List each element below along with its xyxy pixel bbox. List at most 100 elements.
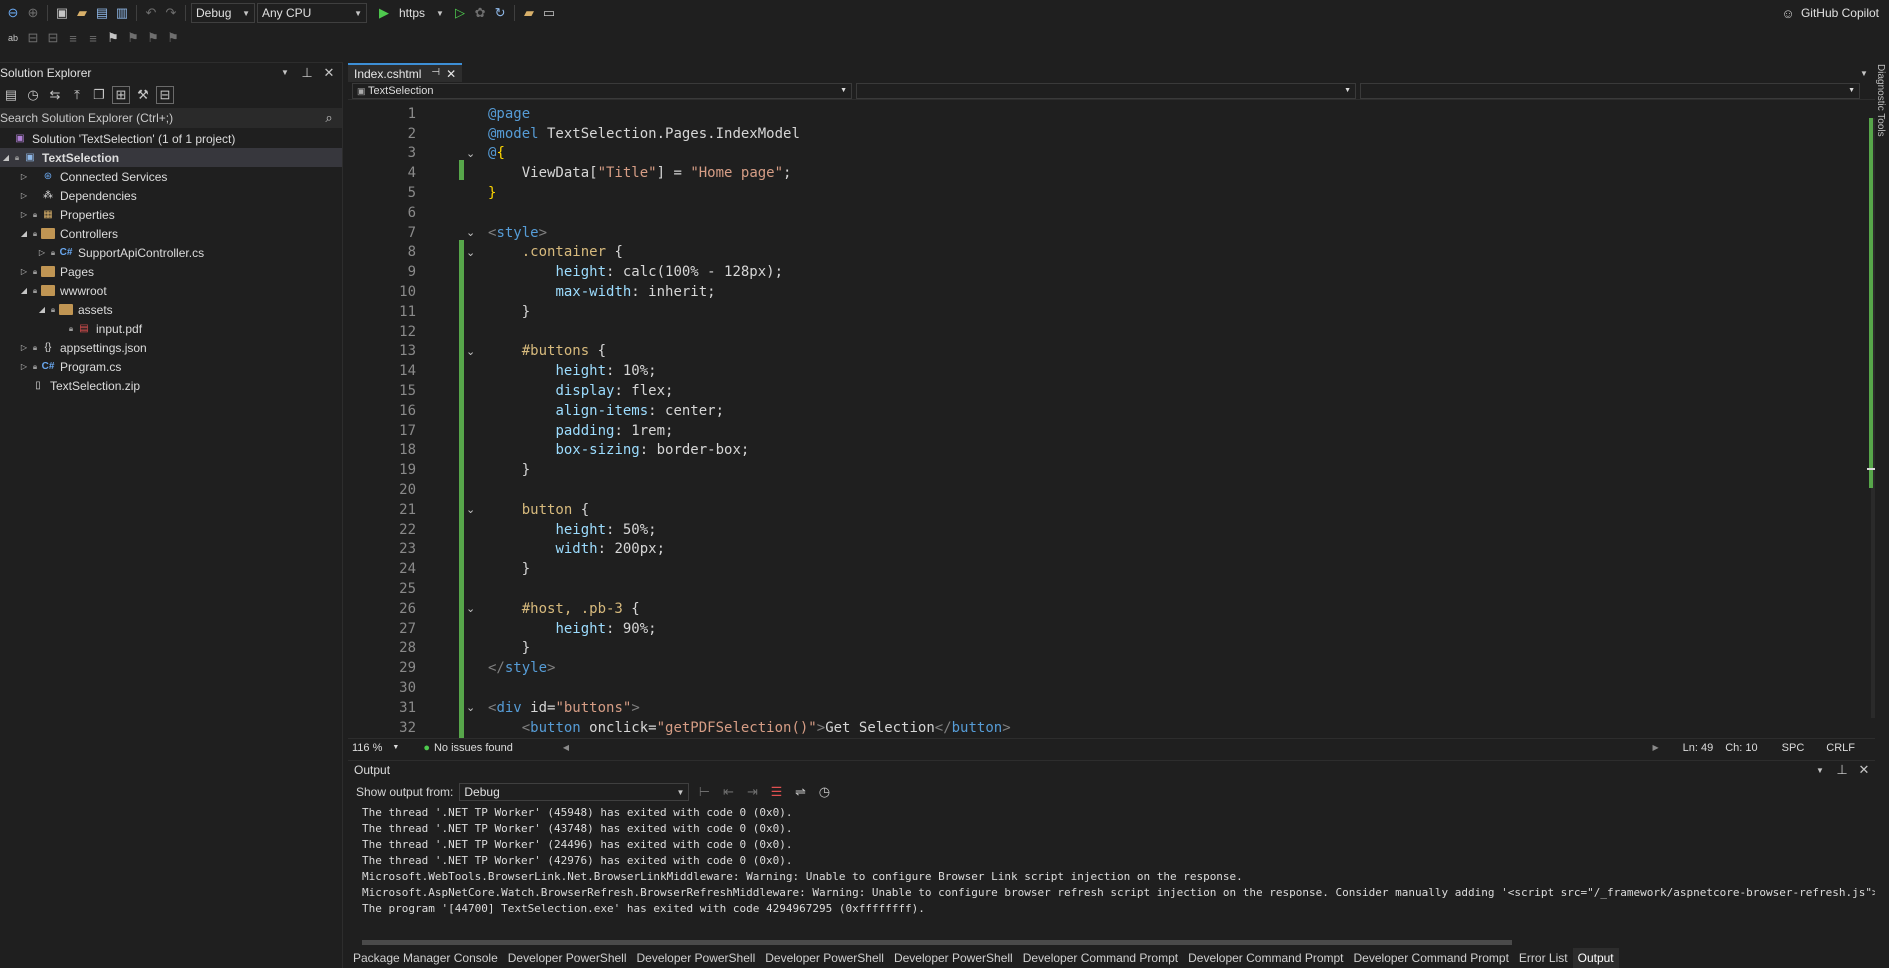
code-line[interactable]: 21 ⌄ button {: [348, 500, 589, 520]
preview-icon[interactable]: ⊟: [156, 86, 174, 104]
tab-error-list[interactable]: Error List: [1514, 948, 1573, 968]
redo-icon[interactable]: ↷: [162, 4, 180, 22]
member-dropdown[interactable]: ▼: [1360, 82, 1860, 99]
close-tab-icon[interactable]: ✕: [446, 67, 456, 81]
back-icon[interactable]: ⊖: [4, 4, 22, 22]
tab-developer-powershell[interactable]: Developer PowerShell: [632, 948, 761, 968]
project-context-dropdown[interactable]: ▣ TextSelection ▼: [352, 82, 852, 99]
next-message-icon[interactable]: ⇥: [743, 783, 761, 801]
switch-views-icon[interactable]: ▤: [2, 86, 20, 104]
code-line[interactable]: 3 ⌄ @{: [348, 144, 505, 164]
code-line[interactable]: 1 @page: [348, 104, 531, 124]
fold-chevron-icon[interactable]: ⌄: [466, 345, 475, 358]
code-line[interactable]: 14 height: 10%;: [348, 361, 656, 381]
code-line[interactable]: 25: [348, 579, 416, 599]
word-wrap-icon[interactable]: ⇌: [791, 783, 809, 801]
prev-message-icon[interactable]: ⇤: [719, 783, 737, 801]
code-line[interactable]: 4 ViewData["Title"] = "Home page";: [348, 163, 792, 183]
uncomment-icon[interactable]: ≡: [84, 29, 102, 47]
attach-icon[interactable]: ✿: [471, 4, 489, 22]
chevron-down-icon[interactable]: ▼: [392, 744, 399, 751]
code-line[interactable]: 27 height: 90%;: [348, 619, 656, 639]
issues-status[interactable]: No issues found: [434, 742, 513, 754]
close-icon[interactable]: ✕: [320, 64, 338, 82]
code-line[interactable]: 6: [348, 203, 416, 223]
tree-item-supportapicontroller[interactable]: ▷ 🔒︎ C# SupportApiController.cs: [0, 243, 342, 262]
code-line[interactable]: 15 display: flex;: [348, 381, 673, 401]
tree-item-input-pdf[interactable]: 🔒︎ ▤ input.pdf: [0, 319, 342, 338]
copilot-label[interactable]: GitHub Copilot: [1801, 6, 1879, 20]
panel-menu-icon[interactable]: ▼: [1811, 761, 1829, 779]
code-line[interactable]: 8 ⌄ .container {: [348, 243, 623, 263]
save-icon[interactable]: ▤: [93, 4, 111, 22]
fold-chevron-icon[interactable]: ⌄: [466, 701, 475, 714]
code-line[interactable]: 29 </style>: [348, 658, 555, 678]
tree-item-properties[interactable]: ▷ 🔒︎ ▦ Properties: [0, 205, 342, 224]
prev-bookmark-icon[interactable]: ⚑: [124, 29, 142, 47]
type-dropdown[interactable]: ▼: [856, 82, 1356, 99]
tree-item-solution[interactable]: ▣ Solution 'TextSelection' (1 of 1 proje…: [0, 129, 342, 148]
code-line[interactable]: 2 @model TextSelection.Pages.IndexModel: [348, 124, 800, 144]
tree-item-program[interactable]: ▷ 🔒︎ C# Program.cs: [0, 357, 342, 376]
tab-developer-powershell[interactable]: Developer PowerShell: [889, 948, 1018, 968]
scrollbar-thumb[interactable]: [362, 940, 1512, 945]
code-line[interactable]: 19 }: [348, 460, 530, 480]
code-line[interactable]: 12: [348, 322, 416, 342]
tree-item-project[interactable]: ◢ 🔒︎ ▣ TextSelection: [0, 148, 342, 167]
code-line[interactable]: 11 }: [348, 302, 530, 322]
code-editor[interactable]: 1 @page 2 @model TextSelection.Pages.IndexM…: [348, 100, 1889, 738]
hot-reload-icon[interactable]: ↻: [491, 4, 509, 22]
copilot-icon[interactable]: ☺: [1779, 4, 1797, 22]
tree-item-assets[interactable]: ◢ 🔒︎ assets: [0, 300, 342, 319]
code-line[interactable]: 20: [348, 480, 416, 500]
code-line[interactable]: 5}: [348, 183, 497, 203]
browse-folder-icon[interactable]: ▰: [520, 4, 538, 22]
pending-changes-icon[interactable]: ◷: [24, 86, 42, 104]
horizontal-scrollbar[interactable]: [362, 938, 1872, 948]
clear-all-icon[interactable]: ☰: [767, 783, 785, 801]
save-all-icon[interactable]: ▥: [113, 4, 131, 22]
code-line[interactable]: 7 ⌄ <style>: [348, 223, 547, 243]
code-line[interactable]: 18 box-sizing: border-box;: [348, 441, 749, 461]
output-source-dropdown[interactable]: Debug ▼: [459, 783, 690, 801]
open-folder-icon[interactable]: ▰: [73, 4, 91, 22]
tree-item-controllers[interactable]: ◢ 🔒︎ Controllers: [0, 224, 342, 243]
tab-index-cshtml[interactable]: Index.cshtml ⊣ ✕: [348, 63, 463, 82]
undo-icon[interactable]: ↶: [142, 4, 160, 22]
pin-tab-icon[interactable]: ⊣: [431, 67, 440, 81]
diagnostic-tools-label[interactable]: Diagnostic Tools: [1875, 64, 1886, 164]
tab-package-manager-console[interactable]: Package Manager Console: [348, 948, 503, 968]
line-ending[interactable]: CRLF: [1826, 742, 1855, 754]
fold-chevron-icon[interactable]: ⌄: [466, 503, 475, 516]
show-all-files-icon[interactable]: ❐: [90, 86, 108, 104]
code-line[interactable]: 23 width: 200px;: [348, 540, 665, 560]
scroll-left-icon[interactable]: ◀: [563, 743, 569, 752]
forward-icon[interactable]: ⊕: [24, 4, 42, 22]
zoom-level[interactable]: 116 %: [352, 742, 382, 754]
code-line[interactable]: 28 }: [348, 639, 530, 659]
code-line[interactable]: 10 max-width: inherit;: [348, 282, 715, 302]
configuration-dropdown[interactable]: Debug ▼: [191, 3, 255, 23]
sync-icon[interactable]: ⇆: [46, 86, 64, 104]
next-bookmark-icon[interactable]: ⚑: [144, 29, 162, 47]
code-line[interactable]: 32 <button onclick="getPDFSelection()">G…: [348, 718, 1011, 738]
filter-icon[interactable]: ⊞: [112, 86, 130, 104]
bookmark-icon[interactable]: ⚑: [104, 29, 122, 47]
run-target-chevron-icon[interactable]: ▼: [431, 4, 449, 22]
indent-icon[interactable]: ⊟: [24, 29, 42, 47]
tab-developer-command-prompt[interactable]: Developer Command Prompt: [1183, 948, 1348, 968]
comment-icon[interactable]: ≡: [64, 29, 82, 47]
solution-search-box[interactable]: Search Solution Explorer (Ctrl+;) ⌕: [0, 108, 342, 128]
code-line[interactable]: 22 height: 50%;: [348, 520, 656, 540]
goto-line-icon[interactable]: ⊢: [695, 783, 713, 801]
tree-item-zip[interactable]: ▯ TextSelection.zip: [0, 376, 342, 395]
tab-developer-command-prompt[interactable]: Developer Command Prompt: [1018, 948, 1183, 968]
start-debugging-icon[interactable]: ▶: [375, 4, 393, 22]
code-line[interactable]: 9 height: calc(100% - 128px);: [348, 262, 783, 282]
tab-developer-powershell[interactable]: Developer PowerShell: [503, 948, 632, 968]
code-line[interactable]: 26 ⌄ #host, .pb-3 {: [348, 599, 640, 619]
code-line[interactable]: 16 align-items: center;: [348, 401, 724, 421]
pin-icon[interactable]: ⊥: [1833, 761, 1851, 779]
new-item-icon[interactable]: ▣: [53, 4, 71, 22]
code-line[interactable]: 30: [348, 678, 416, 698]
